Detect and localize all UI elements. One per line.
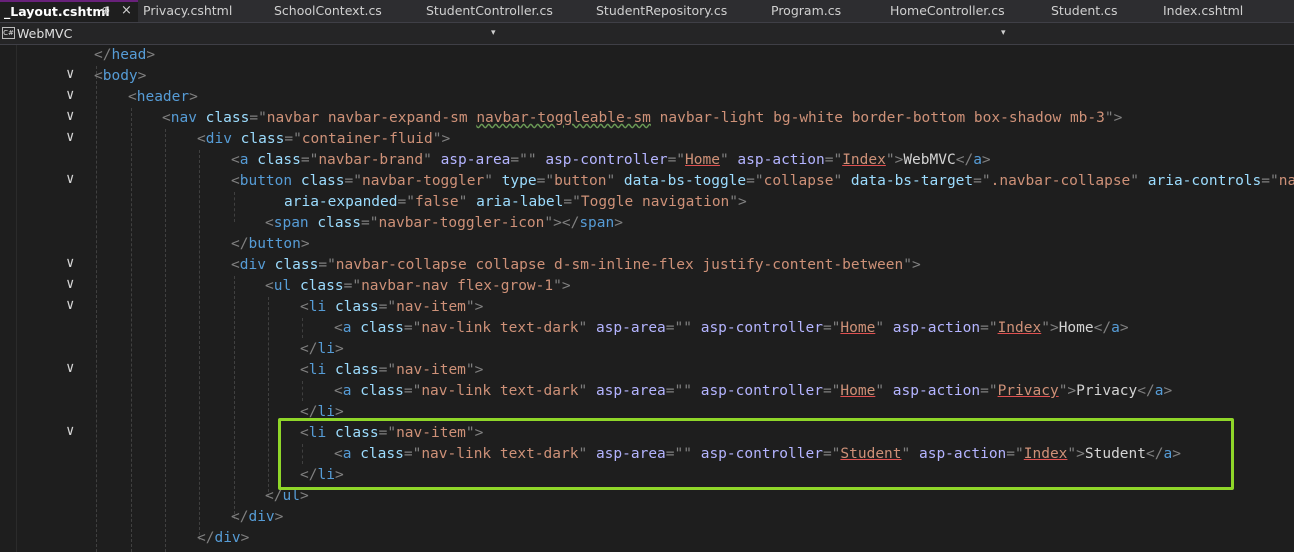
tab-schoolcontext-cs[interactable]: SchoolContext.cs	[270, 0, 420, 22]
code-line[interactable]: <a class="navbar-brand" asp-area="" asp-…	[231, 150, 991, 171]
code-line[interactable]: <li class="nav-item">	[300, 297, 483, 318]
fold-toggle-icon[interactable]: ∨	[66, 423, 74, 439]
tab-label: Program.cs	[771, 3, 842, 18]
indent-guide	[131, 108, 132, 552]
code-line[interactable]: </div>	[197, 528, 249, 549]
indent-guide	[234, 192, 235, 222]
editor-gutter	[0, 45, 17, 552]
indent-guide	[268, 297, 269, 497]
fold-toggle-icon[interactable]: ∨	[66, 66, 74, 82]
code-line[interactable]: <body>	[94, 66, 146, 87]
tab-label: Privacy.cshtml	[143, 3, 233, 18]
indent-guide	[302, 381, 303, 401]
tab-program-cs[interactable]: Program.cs	[767, 0, 883, 22]
code-line[interactable]: <span class="navbar-toggler-icon"></span…	[265, 213, 623, 234]
document-tab-strip: _Layout.cshtml ⊕ × Privacy.cshtml School…	[0, 0, 1294, 23]
chevron-down-icon[interactable]: ▾	[491, 25, 496, 42]
code-line[interactable]: <ul class="navbar-nav flex-grow-1">	[265, 276, 571, 297]
indent-guide	[96, 66, 97, 552]
fold-toggle-icon[interactable]: ∨	[66, 171, 74, 187]
project-selector[interactable]: WebMVC	[17, 25, 72, 42]
tab-label: SchoolContext.cs	[274, 3, 382, 18]
tab-label: HomeController.cs	[890, 3, 1005, 18]
code-line[interactable]: </li>	[300, 339, 344, 360]
tab-label: _Layout.cshtml	[4, 4, 110, 19]
tab-student-cs[interactable]: Student.cs	[1047, 0, 1157, 22]
indent-guide	[199, 150, 200, 540]
code-line[interactable]: <a class="nav-link text-dark" asp-area="…	[334, 318, 1129, 339]
tab-studentcontroller-cs[interactable]: StudentController.cs	[422, 0, 588, 22]
fold-toggle-icon[interactable]: ∨	[66, 108, 74, 124]
code-line[interactable]: <a class="nav-link text-dark" asp-area="…	[334, 381, 1172, 402]
code-line[interactable]: aria-expanded="false" aria-label="Toggle…	[284, 192, 747, 213]
chevron-down-icon[interactable]: ▾	[1001, 25, 1006, 42]
close-tab-icon[interactable]: ×	[121, 0, 132, 22]
fold-toggle-icon[interactable]: ∨	[66, 255, 74, 271]
indent-guide	[302, 444, 303, 464]
tab-privacy-cshtml[interactable]: Privacy.cshtml	[139, 0, 269, 22]
editor-navigation-bar: C# WebMVC ▾ ▾	[0, 23, 1294, 45]
code-line[interactable]: </li>	[300, 465, 344, 486]
code-line[interactable]: <div class="container-fluid">	[197, 129, 450, 150]
tab-index-cshtml[interactable]: Index.cshtml	[1159, 0, 1279, 22]
fold-toggle-icon[interactable]: ∨	[66, 276, 74, 292]
tab-label: Index.cshtml	[1163, 3, 1244, 18]
tab-label: StudentRepository.cs	[596, 3, 728, 18]
indent-guide	[165, 129, 166, 552]
code-line[interactable]: <li class="nav-item">	[300, 360, 483, 381]
code-line[interactable]: <button class="navbar-toggler" type="but…	[231, 171, 1294, 192]
fold-toggle-icon[interactable]: ∨	[66, 360, 74, 376]
fold-toggle-icon[interactable]: ∨	[66, 87, 74, 103]
code-line[interactable]: </head>	[94, 45, 155, 66]
code-line[interactable]: </ul>	[265, 486, 309, 507]
code-line[interactable]: <li class="nav-item">	[300, 423, 483, 444]
code-line[interactable]: <a class="nav-link text-dark" asp-area="…	[334, 444, 1181, 465]
tab-studentrepository-cs[interactable]: StudentRepository.cs	[592, 0, 766, 22]
code-line[interactable]: <div class="navbar-collapse collapse d-s…	[231, 255, 921, 276]
fold-toggle-icon[interactable]: ∨	[66, 297, 74, 313]
tab-label: StudentController.cs	[426, 3, 553, 18]
tab-layout-cshtml[interactable]: _Layout.cshtml	[0, 0, 138, 22]
code-editor[interactable]: ∨ ∨ ∨ ∨ ∨ ∨ ∨ ∨ ∨ ∨ </head> <body> <head…	[0, 45, 1294, 552]
fold-toggle-icon[interactable]: ∨	[66, 129, 74, 145]
indent-guide	[234, 276, 235, 519]
indent-guide	[302, 318, 303, 338]
code-line[interactable]: </div>	[231, 507, 283, 528]
code-line[interactable]: </button>	[231, 234, 310, 255]
pin-tab-icon[interactable]: ⊕	[101, 0, 110, 22]
csharp-project-icon: C#	[2, 27, 15, 39]
code-line[interactable]: <header>	[128, 87, 198, 108]
code-line[interactable]: </li>	[300, 402, 344, 423]
code-line[interactable]: <nav class="navbar navbar-expand-sm navb…	[162, 108, 1122, 129]
tab-homecontroller-cs[interactable]: HomeController.cs	[886, 0, 1046, 22]
tab-label: Student.cs	[1051, 3, 1118, 18]
